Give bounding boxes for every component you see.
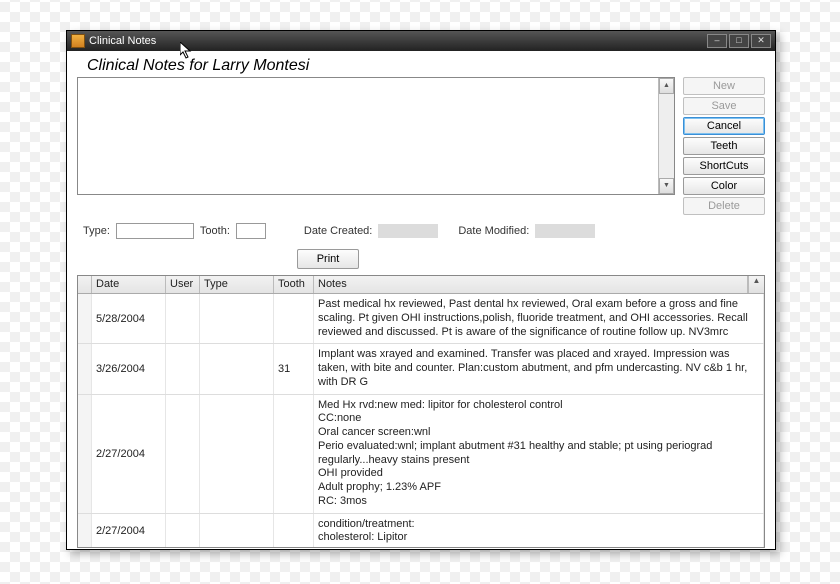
teeth-button[interactable]: Teeth (683, 137, 765, 155)
tooth-label: Tooth: (200, 225, 230, 237)
action-button-panel: New Save Cancel Teeth ShortCuts Color De… (683, 77, 765, 215)
cell-tooth: 31 (274, 344, 314, 393)
grid-header-user[interactable]: User (166, 276, 200, 293)
cell-type (200, 514, 274, 548)
color-button[interactable]: Color (683, 177, 765, 195)
save-button[interactable]: Save (683, 97, 765, 115)
table-row[interactable]: 3/26/2004 31Implant was xrayed and examin… (78, 344, 764, 394)
editor-scrollbar[interactable]: ▲ ▼ (658, 78, 674, 194)
client-area: Clinical Notes for Larry Montesi ▲ ▼ New… (67, 51, 775, 549)
clinical-notes-window: Clinical Notes – □ ✕ Clinical Notes for … (66, 30, 776, 550)
minimize-button[interactable]: – (707, 34, 727, 48)
cell-notes: Past medical hx reviewed, Past dental hx… (314, 294, 764, 343)
grid-header-tooth[interactable]: Tooth (274, 276, 314, 293)
print-button[interactable]: Print (297, 249, 359, 269)
cell-type (200, 395, 274, 513)
new-button[interactable]: New (683, 77, 765, 95)
date-created-value (378, 224, 438, 238)
grid-header-rowhead (78, 276, 92, 293)
titlebar[interactable]: Clinical Notes – □ ✕ (67, 31, 775, 51)
cell-date: 2/27/2004 (92, 395, 166, 513)
scroll-up-icon[interactable]: ▲ (659, 78, 674, 94)
window-title: Clinical Notes (89, 35, 156, 47)
cancel-button[interactable]: Cancel (683, 117, 765, 135)
cell-date: 5/28/2004 (92, 294, 166, 343)
cell-tooth (274, 514, 314, 548)
cell-user (166, 514, 200, 548)
type-label: Type: (83, 225, 110, 237)
fields-row: Type: Tooth: Date Created: Date Modified… (83, 223, 765, 239)
tooth-field[interactable] (236, 223, 266, 239)
shortcuts-button[interactable]: ShortCuts (683, 157, 765, 175)
date-modified-label: Date Modified: (458, 225, 529, 237)
row-header (78, 395, 92, 513)
cell-user (166, 344, 200, 393)
grid-body[interactable]: 5/28/2004 Past medical hx reviewed, Past … (78, 294, 764, 547)
maximize-button[interactable]: □ (729, 34, 749, 48)
grid-header: Date User Type Tooth Notes ▲ (78, 276, 764, 294)
cell-notes: condition/treatment: cholesterol: Lipito… (314, 514, 764, 548)
cell-tooth (274, 395, 314, 513)
grid-scroll-up-icon[interactable]: ▲ (748, 276, 764, 293)
cell-user (166, 294, 200, 343)
cell-type (200, 344, 274, 393)
grid-header-date[interactable]: Date (92, 276, 166, 293)
page-title: Clinical Notes for Larry Montesi (87, 57, 765, 75)
cell-date: 3/26/2004 (92, 344, 166, 393)
cell-notes: Med Hx rvd:new med: lipitor for choleste… (314, 395, 764, 513)
table-row[interactable]: 5/28/2004 Past medical hx reviewed, Past … (78, 294, 764, 344)
row-header (78, 514, 92, 548)
table-row[interactable]: 2/27/2004 Med Hx rvd:new med: lipitor for… (78, 395, 764, 514)
date-modified-value (535, 224, 595, 238)
app-icon (71, 34, 85, 48)
scroll-down-icon[interactable]: ▼ (659, 178, 674, 194)
cell-notes: Implant was xrayed and examined. Transfe… (314, 344, 764, 393)
delete-button[interactable]: Delete (683, 197, 765, 215)
cell-user (166, 395, 200, 513)
date-created-label: Date Created: (304, 225, 372, 237)
row-header (78, 344, 92, 393)
grid-header-type[interactable]: Type (200, 276, 274, 293)
cell-tooth (274, 294, 314, 343)
close-button[interactable]: ✕ (751, 34, 771, 48)
type-field[interactable] (116, 223, 194, 239)
row-header (78, 294, 92, 343)
cell-type (200, 294, 274, 343)
notes-grid: Date User Type Tooth Notes ▲ 5/28/2004 Pa… (77, 275, 765, 548)
cell-date: 2/27/2004 (92, 514, 166, 548)
note-editor-textarea[interactable]: ▲ ▼ (77, 77, 675, 195)
table-row[interactable]: 2/27/2004 condition/treatment: cholestero… (78, 514, 764, 548)
grid-header-notes[interactable]: Notes (314, 276, 748, 293)
